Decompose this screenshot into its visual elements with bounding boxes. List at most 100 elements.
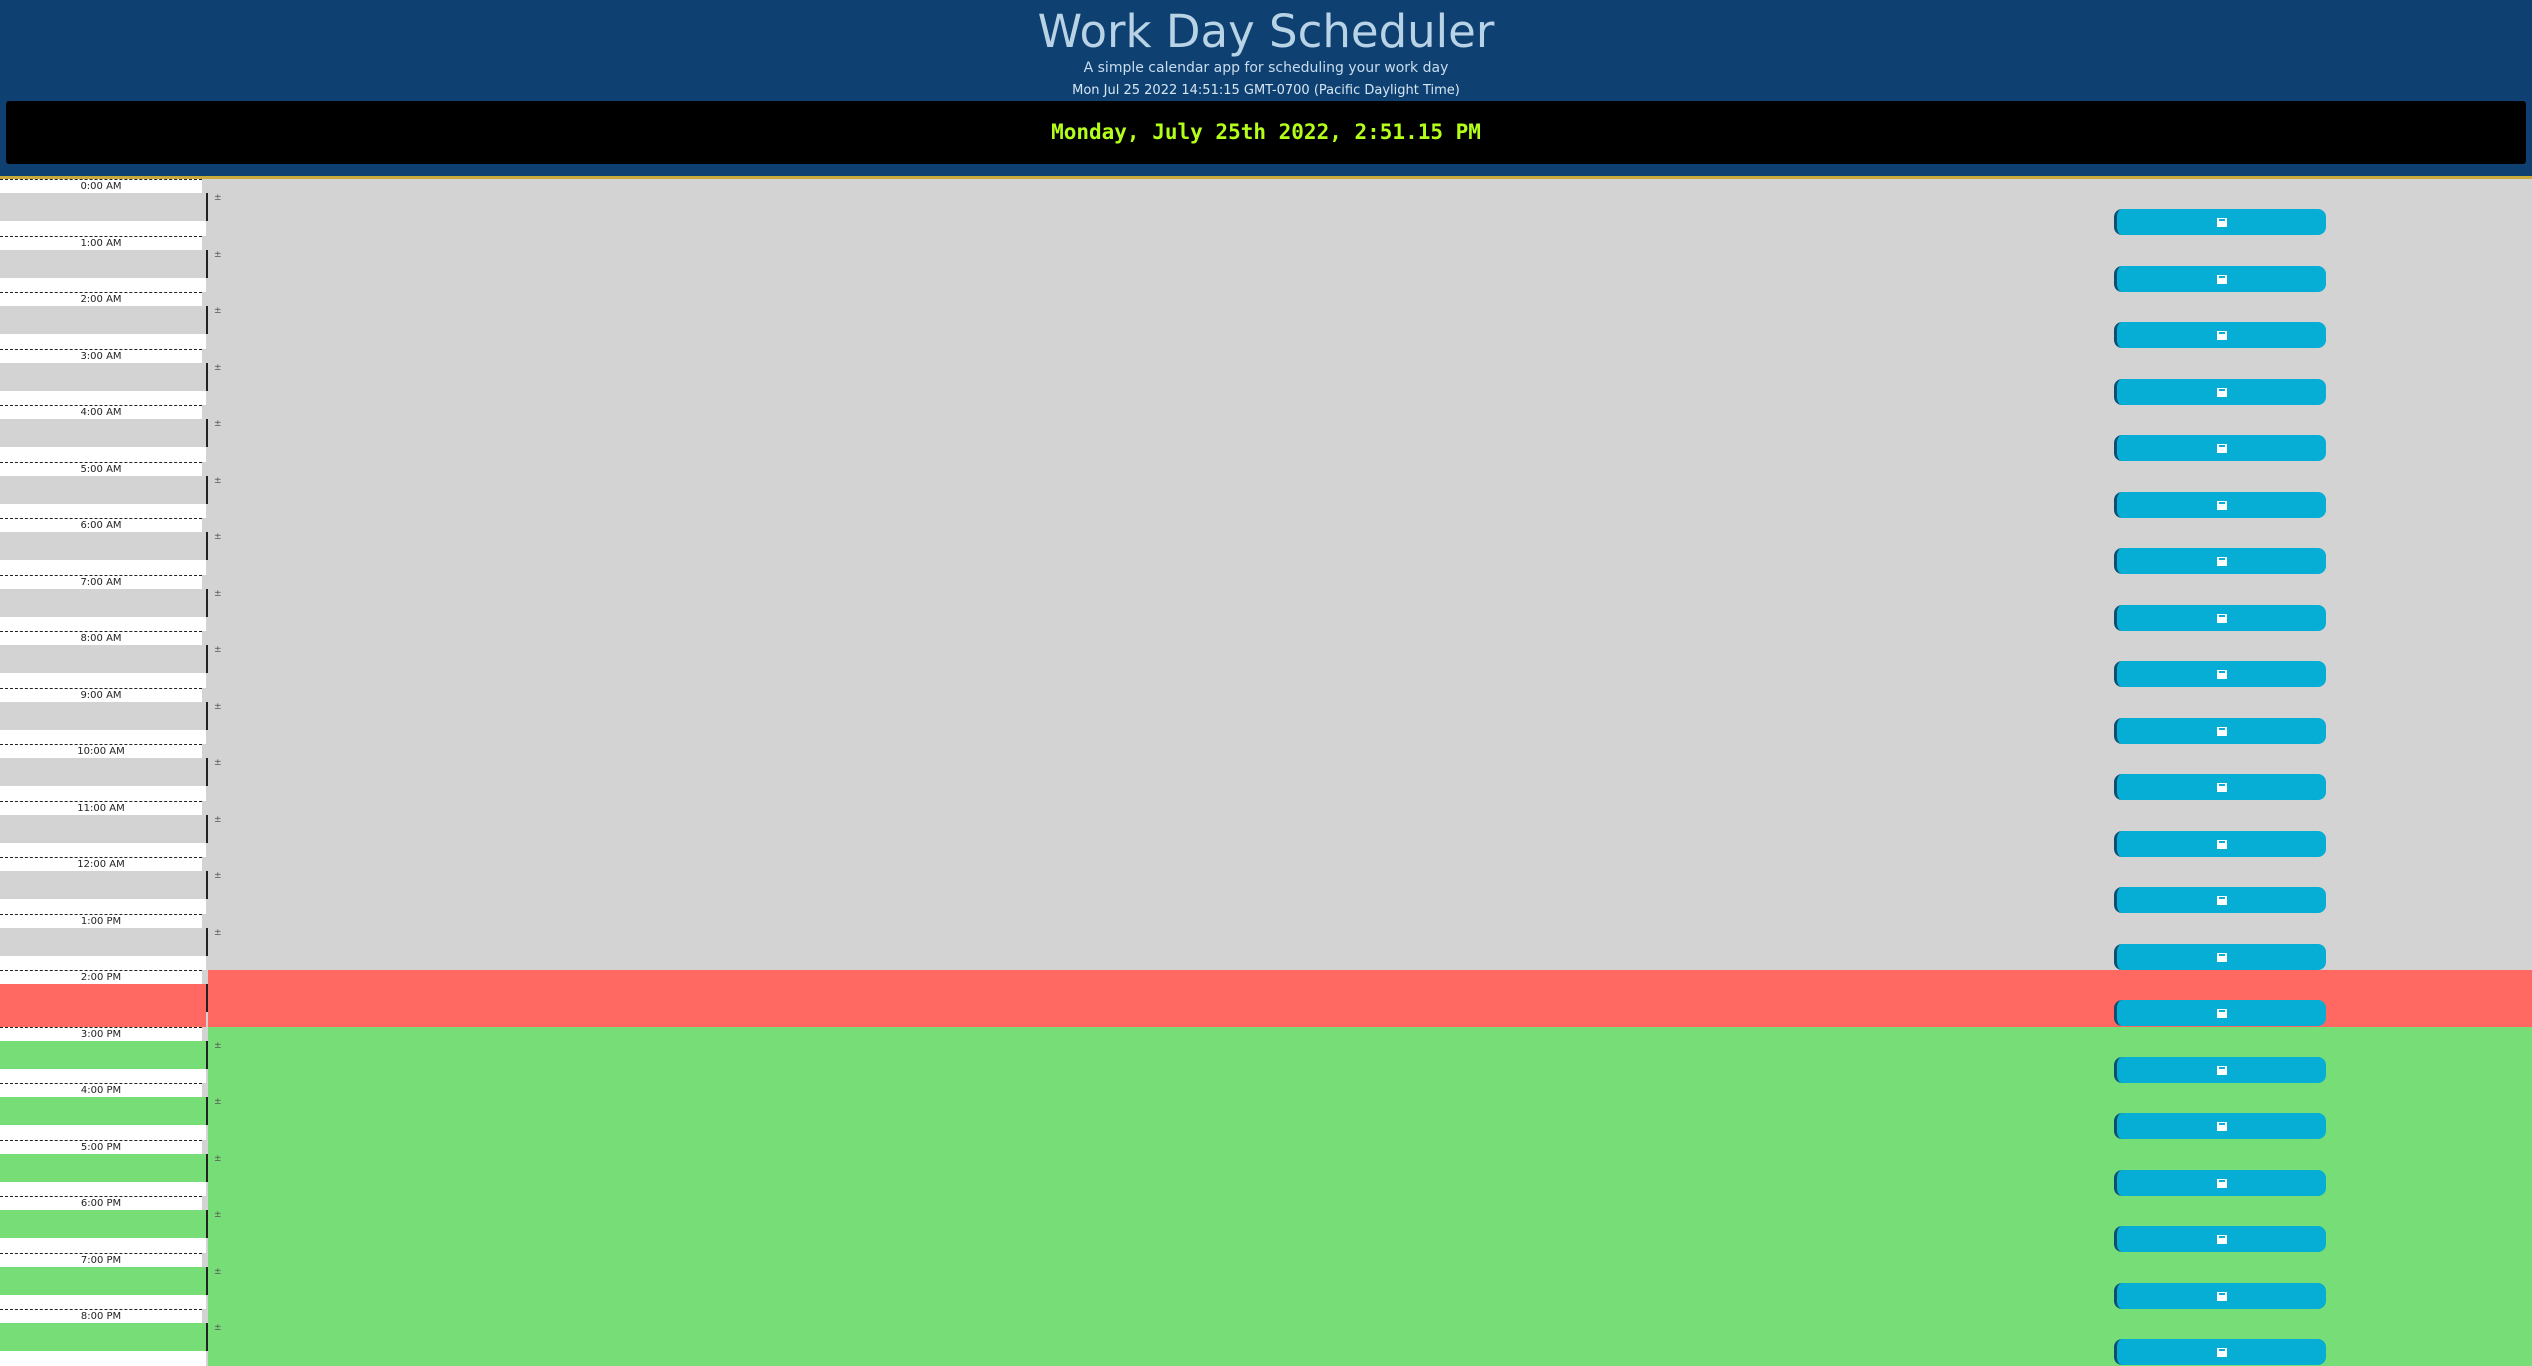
timeblock-row: 8:00 AM ± — [0, 631, 2532, 688]
hour-column: 5:00 PM — [0, 1139, 208, 1196]
save-button[interactable] — [2114, 1056, 2326, 1083]
hour-label: 7:00 AM — [0, 574, 202, 589]
hour-column: 3:00 PM — [0, 1026, 208, 1083]
resize-handle-icon: ± — [214, 362, 222, 373]
save-button[interactable] — [2114, 322, 2326, 348]
hour-label: 2:00 PM — [0, 970, 202, 984]
hour-column: 6:00 PM — [0, 1196, 208, 1253]
resize-handle-icon: ± — [214, 193, 222, 203]
hour-label: 10:00 AM — [0, 744, 202, 758]
current-date-string: Mon Jul 25 2022 14:51:15 GMT-0700 (Pacif… — [1072, 83, 1460, 98]
save-button[interactable] — [2114, 661, 2326, 687]
save-button[interactable] — [2114, 1339, 2326, 1365]
save-button[interactable] — [2114, 1226, 2326, 1252]
timeblock-row: 9:00 AM ± — [0, 687, 2532, 744]
resize-handle-icon: ± — [214, 1266, 222, 1277]
hour-spacer — [0, 1125, 206, 1140]
resize-handle-icon: ± — [214, 419, 222, 429]
hour-column: 6:00 AM — [0, 518, 208, 575]
resize-handle-icon: ± — [214, 588, 222, 599]
save-button[interactable] — [2114, 1113, 2326, 1139]
event-input[interactable] — [0, 758, 208, 786]
event-input[interactable] — [0, 1040, 208, 1069]
hour-label: 4:00 AM — [0, 405, 202, 419]
timeblock-list: 0:00 AM ±1:00 AM ±2:00 AM ±3:00 AM ±4:00 AM ±… — [0, 179, 2532, 1366]
event-input[interactable] — [0, 1210, 208, 1238]
save-button[interactable] — [2114, 887, 2326, 913]
save-button[interactable] — [2114, 717, 2326, 744]
hour-column: 8:00 PM — [0, 1309, 208, 1366]
hour-column: 11:00 AM — [0, 800, 208, 857]
save-button[interactable] — [2114, 774, 2326, 800]
event-input[interactable] — [0, 588, 208, 617]
current-day-clock: Monday, July 25th 2022, 2:51.15 PM — [6, 101, 2526, 164]
timeblock-row: 4:00 AM ± — [0, 405, 2532, 462]
event-input[interactable] — [0, 249, 208, 278]
save-icon — [2216, 218, 2227, 227]
hour-label: 5:00 AM — [0, 461, 202, 476]
save-icon — [2216, 896, 2227, 905]
save-button[interactable] — [2114, 491, 2326, 518]
hour-label: 4:00 PM — [0, 1083, 202, 1097]
hour-label: 0:00 AM — [0, 179, 202, 193]
event-input[interactable] — [0, 1153, 208, 1182]
resize-handle-icon: ± — [214, 1210, 222, 1220]
resize-handle-icon: ± — [214, 758, 222, 768]
page-header: Work Day Scheduler A simple calendar app… — [0, 0, 2532, 179]
event-input[interactable] — [0, 814, 208, 843]
hour-label: 3:00 AM — [0, 348, 202, 363]
event-input[interactable] — [0, 701, 208, 730]
timeblock-row: 2:00 AM ± — [0, 292, 2532, 349]
hour-spacer — [0, 560, 206, 575]
save-button[interactable] — [2114, 1000, 2326, 1026]
hour-spacer — [0, 955, 206, 970]
timeblock-row: 6:00 PM ± — [0, 1196, 2532, 1253]
save-icon — [2216, 783, 2227, 792]
hour-spacer — [0, 447, 206, 462]
hour-label: 1:00 PM — [0, 913, 202, 928]
event-input[interactable] — [0, 1266, 208, 1295]
event-input[interactable] — [0, 984, 208, 1012]
timeblock-row: 12:00 AM ± — [0, 857, 2532, 914]
event-input[interactable] — [0, 1323, 208, 1351]
event-input[interactable] — [0, 1097, 208, 1125]
save-button[interactable] — [2114, 1282, 2326, 1309]
event-input[interactable] — [0, 645, 208, 673]
event-input[interactable] — [0, 306, 208, 334]
event-input[interactable] — [0, 927, 208, 956]
save-button[interactable] — [2114, 209, 2326, 235]
hour-spacer — [0, 616, 206, 631]
hour-column: 1:00 AM — [0, 235, 208, 292]
event-input[interactable] — [0, 532, 208, 560]
save-button[interactable] — [2114, 378, 2326, 405]
resize-handle-icon: ± — [214, 871, 222, 881]
save-icon — [2216, 387, 2227, 397]
hour-spacer — [0, 221, 206, 236]
event-input[interactable] — [0, 419, 208, 447]
event-input[interactable] — [0, 193, 208, 221]
hour-spacer — [0, 1238, 206, 1253]
save-button[interactable] — [2114, 435, 2326, 461]
hour-spacer — [0, 1068, 206, 1083]
hour-label: 12:00 AM — [0, 857, 202, 871]
save-button[interactable] — [2114, 265, 2326, 292]
hour-column: 5:00 AM — [0, 461, 208, 518]
hour-spacer — [0, 899, 206, 914]
hour-column: 3:00 AM — [0, 348, 208, 405]
save-button[interactable] — [2114, 1169, 2326, 1196]
timeblock-row: 10:00 AM ± — [0, 744, 2532, 801]
hour-label: 7:00 PM — [0, 1252, 202, 1267]
save-icon — [2216, 274, 2227, 284]
save-button[interactable] — [2114, 830, 2326, 857]
hour-column: 2:00 AM — [0, 292, 208, 349]
event-input[interactable] — [0, 871, 208, 899]
save-button[interactable] — [2114, 548, 2326, 574]
event-input[interactable] — [0, 475, 208, 504]
event-input[interactable] — [0, 362, 208, 391]
save-button[interactable] — [2114, 604, 2326, 631]
save-icon — [2216, 839, 2227, 849]
resize-handle-icon: ± — [214, 1040, 222, 1051]
hour-spacer — [0, 503, 206, 518]
timeblock-row: 5:00 PM ± — [0, 1139, 2532, 1196]
save-button[interactable] — [2114, 943, 2326, 970]
